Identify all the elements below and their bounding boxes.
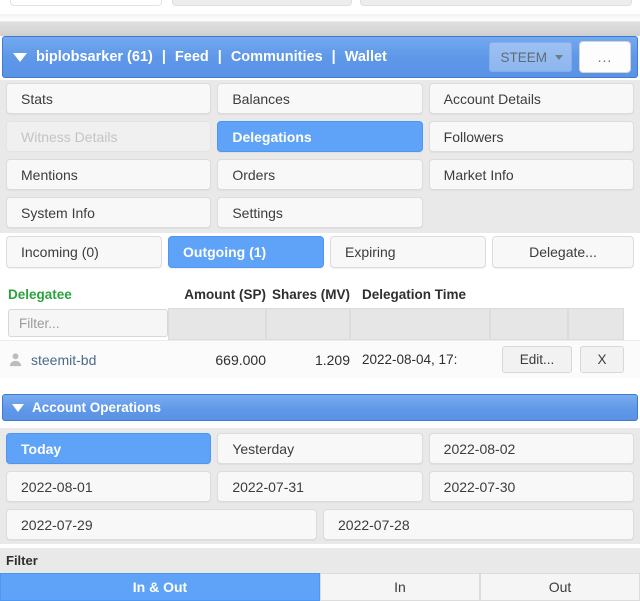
tab-incoming[interactable]: Incoming (0) bbox=[6, 236, 162, 268]
inout-filter-group: In & Out In Out bbox=[0, 573, 640, 601]
nav-tile-system-info[interactable]: System Info bbox=[6, 197, 212, 228]
person-icon bbox=[9, 353, 22, 367]
nav-tile-followers[interactable]: Followers bbox=[428, 121, 634, 152]
cell-remove: X bbox=[580, 346, 636, 373]
remove-delegation-button[interactable]: X bbox=[580, 346, 624, 373]
filter-cell-amount[interactable] bbox=[168, 308, 266, 340]
cell-delegatee: steemit-bd bbox=[8, 352, 168, 368]
date-tile-today[interactable]: Today bbox=[6, 433, 212, 464]
nav-row: Witness Details Delegations Followers bbox=[0, 121, 640, 152]
column-header-amount[interactable]: Amount (SP) bbox=[168, 287, 266, 302]
account-header-bar: biplobsarker (61) | Feed | Communities |… bbox=[2, 36, 638, 78]
caret-down-icon[interactable] bbox=[12, 403, 24, 412]
nav-tile-placeholder bbox=[428, 197, 634, 228]
filter-cell-time[interactable] bbox=[350, 308, 490, 340]
delegation-table: Delegatee Amount (SP) Shares (MV) Delega… bbox=[0, 280, 640, 378]
nav-tile-settings[interactable]: Settings bbox=[217, 197, 423, 228]
nav-tile-account-details[interactable]: Account Details bbox=[428, 83, 634, 114]
date-row: Today Yesterday 2022-08-02 bbox=[0, 433, 640, 464]
account-operations-bar[interactable]: Account Operations bbox=[2, 394, 638, 421]
nav-tile-mentions[interactable]: Mentions bbox=[6, 159, 212, 190]
bottom-filter-label: Filter bbox=[6, 553, 38, 568]
clipped-panel-field-3 bbox=[360, 0, 632, 6]
filter-cell-shares[interactable] bbox=[266, 308, 350, 340]
more-options-button[interactable]: ... bbox=[579, 41, 631, 73]
nav-tile-balances[interactable]: Balances bbox=[217, 83, 423, 114]
filter-in-button[interactable]: In bbox=[320, 573, 480, 601]
clipped-panel-field-2 bbox=[172, 0, 352, 6]
header-username[interactable]: biplobsarker (61) bbox=[36, 49, 153, 65]
date-tile-2022-08-02[interactable]: 2022-08-02 bbox=[428, 433, 634, 464]
app-root: biplobsarker (61) | Feed | Communities |… bbox=[0, 0, 640, 601]
table-filter-row: Filter... bbox=[0, 308, 640, 340]
panel-shadow bbox=[0, 14, 640, 21]
date-tile-2022-08-01[interactable]: 2022-08-01 bbox=[6, 471, 212, 502]
date-row: 2022-08-01 2022-07-31 2022-07-30 bbox=[0, 471, 640, 502]
table-header-row: Delegatee Amount (SP) Shares (MV) Delega… bbox=[0, 280, 640, 308]
tab-expiring[interactable]: Expiring bbox=[330, 236, 486, 268]
header-link-communities[interactable]: Communities bbox=[231, 49, 323, 65]
filter-cell-delegatee: Filter... bbox=[8, 308, 168, 340]
bottom-filter-background bbox=[0, 548, 640, 573]
nav-tile-stats[interactable]: Stats bbox=[6, 83, 212, 114]
cell-shares: 1.209 bbox=[314, 351, 350, 368]
table-row: steemit-bd 669.000 1.209 2022-08-04, 17:… bbox=[0, 340, 640, 378]
edit-delegation-button[interactable]: Edit... bbox=[502, 346, 572, 373]
header-nav-links: biplobsarker (61) | Feed | Communities |… bbox=[36, 49, 489, 65]
cell-delegation-time: 2022-08-04, 17: bbox=[362, 352, 458, 367]
caret-down-icon[interactable] bbox=[13, 52, 27, 62]
nav-row: System Info Settings bbox=[0, 197, 640, 228]
date-tile-2022-07-31[interactable]: 2022-07-31 bbox=[217, 471, 423, 502]
nav-tile-market-info[interactable]: Market Info bbox=[428, 159, 634, 190]
delegate-button[interactable]: Delegate... bbox=[492, 236, 634, 268]
clipped-panel-field-1 bbox=[10, 0, 162, 6]
background-strip bbox=[0, 22, 640, 36]
nav-tile-delegations[interactable]: Delegations bbox=[217, 121, 423, 152]
cell-amount: 669.000 bbox=[215, 351, 266, 368]
tab-outgoing[interactable]: Outgoing (1) bbox=[168, 236, 324, 268]
header-separator-2: | bbox=[217, 49, 222, 65]
delegatee-filter-input[interactable]: Filter... bbox=[8, 309, 168, 337]
delegation-tabs: Incoming (0) Outgoing (1) Expiring Deleg… bbox=[0, 236, 640, 268]
date-tile-yesterday[interactable]: Yesterday bbox=[217, 433, 423, 464]
filter-cell-edit bbox=[490, 308, 568, 340]
date-tile-2022-07-28[interactable]: 2022-07-28 bbox=[323, 509, 634, 540]
filter-out-button[interactable]: Out bbox=[480, 573, 640, 601]
nav-tile-witness-details: Witness Details bbox=[6, 121, 212, 152]
filter-in-and-out-button[interactable]: In & Out bbox=[0, 573, 320, 601]
delegatee-link[interactable]: steemit-bd bbox=[31, 352, 96, 368]
currency-select[interactable]: STEEM bbox=[489, 42, 572, 72]
column-header-shares[interactable]: Shares (MV) bbox=[266, 287, 350, 302]
clipped-panel-above bbox=[0, 0, 640, 22]
nav-row: Mentions Orders Market Info bbox=[0, 159, 640, 190]
nav-tile-orders[interactable]: Orders bbox=[217, 159, 423, 190]
account-nav-grid: Stats Balances Account Details Witness D… bbox=[0, 80, 640, 233]
header-separator-1: | bbox=[161, 49, 166, 65]
column-header-delegation-time[interactable]: Delegation Time bbox=[350, 287, 502, 302]
currency-select-value: STEEM bbox=[500, 49, 547, 65]
nav-row: Stats Balances Account Details bbox=[0, 83, 640, 114]
account-operations-title: Account Operations bbox=[32, 400, 162, 415]
chevron-down-icon bbox=[555, 54, 563, 60]
header-separator-3: | bbox=[331, 49, 336, 65]
operations-date-grid: Today Yesterday 2022-08-02 2022-08-01 20… bbox=[0, 428, 640, 544]
date-tile-2022-07-29[interactable]: 2022-07-29 bbox=[6, 509, 317, 540]
cell-edit: Edit... bbox=[502, 346, 580, 373]
filter-cell-remove bbox=[568, 308, 624, 340]
column-header-delegatee[interactable]: Delegatee bbox=[8, 287, 168, 302]
header-link-feed[interactable]: Feed bbox=[175, 49, 209, 65]
date-row: 2022-07-29 2022-07-28 bbox=[0, 509, 640, 540]
date-tile-2022-07-30[interactable]: 2022-07-30 bbox=[428, 471, 634, 502]
header-link-wallet[interactable]: Wallet bbox=[345, 49, 387, 65]
